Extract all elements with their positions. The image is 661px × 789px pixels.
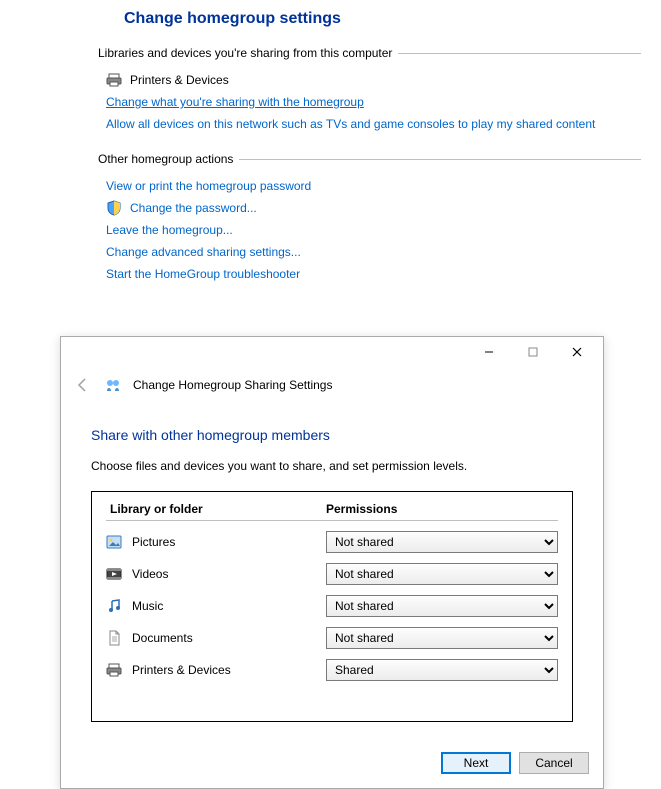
dialog-instruction: Choose files and devices you want to sha…	[91, 459, 573, 473]
printer-icon	[106, 72, 122, 88]
change-password-row: Change the password...	[106, 200, 641, 216]
videos-permission-select[interactable]: SharedNot shared	[326, 563, 558, 585]
maximize-button[interactable]	[511, 338, 555, 366]
homegroup-icon	[105, 377, 121, 393]
actions-group-legend: Other homegroup actions	[98, 152, 239, 166]
close-button[interactable]	[555, 338, 599, 366]
next-button[interactable]: Next	[441, 752, 511, 774]
dialog-heading: Share with other homegroup members	[91, 427, 573, 443]
music-label: Music	[132, 599, 326, 613]
change-sharing-row: Change what you're sharing with the home…	[106, 94, 641, 110]
music-icon	[106, 598, 122, 614]
documents-permission-select[interactable]: SharedNot shared	[326, 627, 558, 649]
col-library-header: Library or folder	[106, 502, 326, 516]
printer-icon	[106, 662, 122, 678]
leave-homegroup-link[interactable]: Leave the homegroup...	[106, 222, 233, 238]
page-title: Change homegroup settings	[124, 10, 641, 28]
printers-devices-row: Printers & Devices	[106, 72, 641, 88]
videos-label: Videos	[132, 567, 326, 581]
troubleshooter-row: Start the HomeGroup troubleshooter	[106, 266, 641, 282]
cancel-button[interactable]: Cancel	[519, 752, 589, 774]
pictures-icon	[106, 534, 122, 550]
back-button[interactable]	[73, 375, 93, 395]
dialog-title: Change Homegroup Sharing Settings	[133, 378, 332, 392]
printers-label: Printers & Devices	[132, 663, 326, 677]
documents-icon	[106, 630, 122, 646]
homegroup-settings-page: Change homegroup settings Libraries and …	[0, 0, 661, 332]
share-row-documents: Documents SharedNot shared	[106, 627, 558, 649]
allow-devices-link[interactable]: Allow all devices on this network such a…	[106, 116, 595, 132]
music-permission-select[interactable]: SharedNot shared	[326, 595, 558, 617]
view-password-row: View or print the homegroup password	[106, 178, 641, 194]
advanced-sharing-row: Change advanced sharing settings...	[106, 244, 641, 260]
troubleshooter-link[interactable]: Start the HomeGroup troubleshooter	[106, 266, 300, 282]
minimize-button[interactable]	[467, 338, 511, 366]
printers-devices-label: Printers & Devices	[130, 72, 229, 88]
col-permissions-header: Permissions	[326, 502, 558, 516]
documents-label: Documents	[132, 631, 326, 645]
change-password-link[interactable]: Change the password...	[130, 200, 257, 216]
share-row-music: Music SharedNot shared	[106, 595, 558, 617]
sharing-group-legend: Libraries and devices you're sharing fro…	[98, 46, 398, 60]
sharing-group: Libraries and devices you're sharing fro…	[98, 46, 641, 142]
titlebar	[61, 337, 603, 367]
share-row-printers: Printers & Devices SharedNot shared	[106, 659, 558, 681]
dialog-footer: Next Cancel	[61, 742, 603, 788]
shield-icon	[106, 200, 122, 216]
leave-homegroup-row: Leave the homegroup...	[106, 222, 641, 238]
dialog-header: Change Homegroup Sharing Settings	[61, 367, 603, 411]
dialog-body: Share with other homegroup members Choos…	[61, 411, 603, 742]
allow-devices-row: Allow all devices on this network such a…	[106, 116, 641, 132]
advanced-sharing-link[interactable]: Change advanced sharing settings...	[106, 244, 301, 260]
videos-icon	[106, 566, 122, 582]
change-sharing-link[interactable]: Change what you're sharing with the home…	[106, 94, 364, 110]
share-row-pictures: Pictures SharedNot shared	[106, 531, 558, 553]
sharing-dialog: Change Homegroup Sharing Settings Share …	[60, 336, 604, 789]
actions-group: Other homegroup actions View or print th…	[98, 152, 641, 292]
share-table: Library or folder Permissions Pictures S…	[91, 491, 573, 722]
share-table-header: Library or folder Permissions	[106, 502, 558, 521]
share-row-videos: Videos SharedNot shared	[106, 563, 558, 585]
view-password-link[interactable]: View or print the homegroup password	[106, 178, 311, 194]
pictures-permission-select[interactable]: SharedNot shared	[326, 531, 558, 553]
pictures-label: Pictures	[132, 535, 326, 549]
printers-permission-select[interactable]: SharedNot shared	[326, 659, 558, 681]
